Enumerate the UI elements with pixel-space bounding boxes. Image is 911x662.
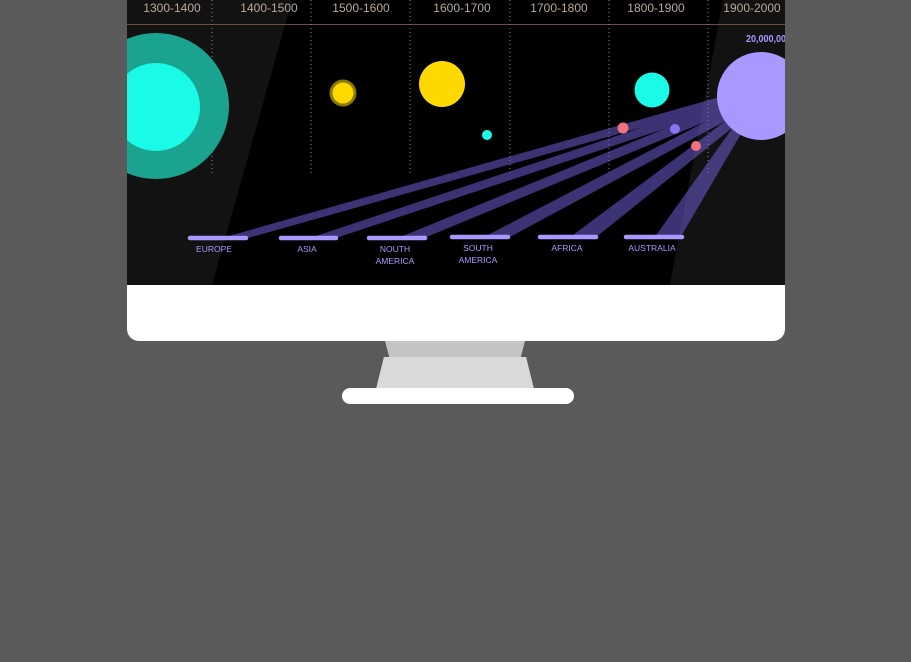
timeline-infographic: 1300-1400 1400-1500 1500-1600 1600-1700 … (127, 0, 785, 285)
decade-label: 1300-1400 (143, 1, 201, 15)
region-label: SOUTH (463, 243, 493, 253)
yellow-small-circle (332, 82, 354, 104)
region-label: ASIA (297, 244, 317, 254)
pink-dot (691, 141, 701, 151)
decade-label: 1800-1900 (627, 1, 685, 15)
monitor-stand-base (342, 388, 574, 404)
region-label: AUSTRALIA (628, 243, 676, 253)
decade-label: 1900-2000 (723, 1, 781, 15)
region-label-line2: AMERICA (376, 256, 415, 266)
region-label: AFRICA (551, 243, 583, 253)
pink-dot (617, 122, 629, 134)
monitor-stand-neck-top (385, 341, 525, 357)
monitor: 1300-1400 1400-1500 1500-1600 1600-1700 … (127, 0, 785, 341)
decade-label: 1500-1600 (332, 1, 390, 15)
decade-label: 1600-1700 (433, 1, 491, 15)
monitor-chin (127, 285, 785, 341)
teal-medium-circle (634, 72, 670, 108)
yellow-circle (419, 61, 465, 107)
region-label: EUROPE (196, 244, 232, 254)
purple-dot (670, 124, 680, 134)
monitor-stand-neck (376, 357, 534, 389)
region-label: NOUTH (380, 244, 410, 254)
region-label-line2: AMERICA (459, 255, 498, 265)
teal-dot (482, 130, 492, 140)
decade-label: 1400-1500 (240, 1, 298, 15)
big-value-label: 20,000,00 (746, 34, 785, 45)
monitor-screen: 1300-1400 1400-1500 1500-1600 1600-1700 … (127, 0, 785, 285)
decade-label: 1700-1800 (530, 1, 588, 15)
